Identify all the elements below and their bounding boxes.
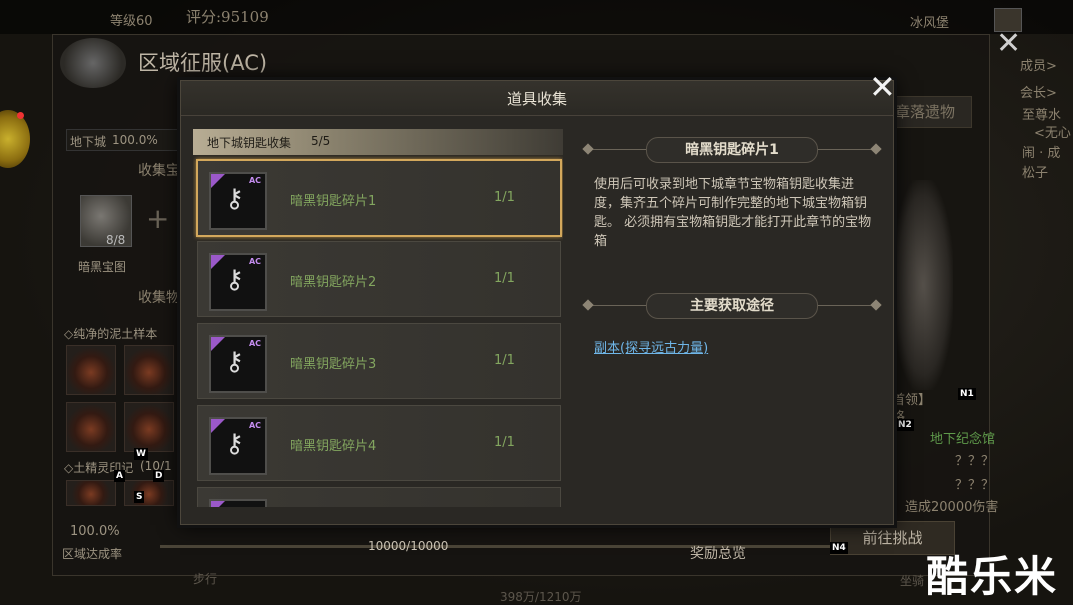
leader-link[interactable]: 会长>: [1020, 82, 1057, 101]
material-icon[interactable]: [124, 480, 174, 506]
debug-marker: A: [114, 470, 125, 482]
key-icon: AC ⚷: [209, 335, 267, 393]
item-name: 暗黑钥匙碎片4: [290, 439, 377, 454]
region-completion-rate: 100.0%: [70, 524, 120, 539]
player-level: 等级60: [110, 14, 153, 29]
list-item[interactable]: AC ⚷ 暗黑钥匙碎片3 1/1: [197, 323, 561, 399]
dialog-close-icon[interactable]: ✕: [869, 71, 896, 103]
material-icon[interactable]: [124, 345, 174, 395]
material-icon[interactable]: [66, 402, 116, 452]
debug-marker: S: [134, 491, 145, 503]
debug-marker: N1: [958, 388, 976, 400]
debug-marker: W: [134, 448, 148, 460]
detail-title-row: 暗黑钥匙碎片1: [582, 137, 882, 163]
dialog-header: 道具收集: [181, 81, 893, 116]
item-count: 1/1: [494, 190, 515, 205]
back-panel-close-icon[interactable]: ✕: [996, 26, 1021, 61]
material-icon[interactable]: [124, 402, 174, 452]
material-1-label: ◇纯净的泥土样本: [64, 327, 158, 341]
region-emblem-icon: [60, 38, 126, 88]
material-icon[interactable]: [66, 345, 116, 395]
watermark-logo: 酷乐米: [926, 552, 1059, 601]
treasure-count: 8/8: [106, 233, 126, 247]
item-count: 1/1: [494, 271, 515, 286]
detail-title: 暗黑钥匙碎片1: [646, 137, 818, 163]
collect-treasure-heading: 收集宝: [138, 163, 180, 179]
key-icon: [209, 499, 267, 507]
player-score: 评分:95109: [186, 8, 269, 26]
region-rate: 100.0%: [112, 133, 158, 147]
key-fragment-list[interactable]: 地下城钥匙收集 5/5 AC ⚷ 暗黑钥匙碎片1 1/1 AC ⚷ 暗黑钥匙碎片2 …: [193, 129, 563, 507]
source-dungeon-link[interactable]: 副本(探寻远古力量): [594, 337, 708, 356]
unknown-label-1: ？？？: [955, 454, 995, 469]
members-link[interactable]: 成员>: [1020, 55, 1057, 74]
key-icon: AC ⚷: [209, 253, 267, 311]
item-name: 暗黑钥匙碎片2: [290, 275, 377, 290]
list-item[interactable]: AC ⚷ 暗黑钥匙碎片2 1/1: [197, 241, 561, 317]
list-header: 地下城钥匙收集 5/5: [193, 129, 563, 155]
memorial-label: 地下纪念馆: [930, 432, 996, 447]
debug-marker: N2: [896, 419, 914, 431]
debug-marker: D: [153, 470, 165, 482]
item-collection-dialog: 道具收集 ✕ 地下城钥匙收集 5/5 AC ⚷ 暗黑钥匙碎片1 1/1 AC ⚷ 暗…: [180, 71, 896, 525]
list-item[interactable]: AC ⚷ 暗黑钥匙碎片1 1/1: [196, 159, 562, 237]
guild-line-5: 闹 · 成: [1022, 146, 1061, 161]
walk-label: 步行: [193, 572, 218, 586]
guild-line-3: 至尊水: [1022, 108, 1062, 123]
key-icon: AC ⚷: [209, 172, 267, 230]
item-detail-panel: 暗黑钥匙碎片1 使用后可收录到地下城章节宝物箱钥匙收集进度，集齐五个碎片可制作完…: [582, 129, 882, 507]
unknown-label-2: ？？？: [955, 478, 995, 493]
region-conquest-title: 区域征服(AC): [138, 51, 268, 75]
notification-dot: [17, 112, 24, 119]
guild-line-6: 松子: [1022, 166, 1049, 181]
damage-requirement: 造成20000伤害: [905, 500, 999, 515]
server-name: 冰风堡: [910, 16, 950, 31]
diamond-icon: [582, 299, 594, 311]
source-title-row: 主要获取途径: [582, 293, 882, 319]
key-icon: AC ⚷: [209, 417, 267, 475]
debug-marker: N4: [830, 542, 848, 554]
diamond-icon: [870, 143, 882, 155]
item-name: 暗黑钥匙碎片3: [290, 357, 377, 372]
item-count: 1/1: [494, 353, 515, 368]
region-label: 地下城: [70, 135, 107, 149]
item-name: 暗黑钥匙碎片1: [290, 194, 377, 209]
plus-icon: +: [146, 202, 170, 235]
top-status-bar: 等级60 评分:95109 冰风堡: [0, 0, 1073, 34]
source-title: 主要获取途径: [646, 293, 818, 319]
gold-counter: 398万/1210万: [500, 590, 582, 604]
diamond-icon: [870, 299, 882, 311]
list-item[interactable]: AC ⚷ 暗黑钥匙碎片4 1/1: [197, 405, 561, 481]
dialog-title: 道具收集: [506, 90, 567, 108]
guild-line-4: <无心: [1034, 126, 1071, 141]
boss-statue-image: [893, 180, 953, 390]
reward-overview-link[interactable]: 奖励总览: [690, 543, 746, 563]
detail-description: 使用后可收录到地下城章节宝物箱钥匙收集进度，集齐五个碎片可制作完整的地下城宝物箱…: [594, 177, 872, 249]
list-header-count: 5/5: [311, 134, 331, 148]
region-completion-label: 区域达成率: [62, 547, 123, 561]
item-count: 1/1: [494, 435, 515, 450]
mount-label: 坐骑: [900, 574, 925, 588]
list-header-title: 地下城钥匙收集: [207, 136, 292, 150]
completion-progress-text: 10000/10000: [368, 539, 449, 553]
material-icon[interactable]: [66, 480, 116, 506]
treasure-label: 暗黑宝图: [78, 260, 127, 274]
diamond-icon: [582, 143, 594, 155]
collect-items-heading: 收集物: [138, 290, 180, 306]
list-item[interactable]: [197, 487, 561, 507]
